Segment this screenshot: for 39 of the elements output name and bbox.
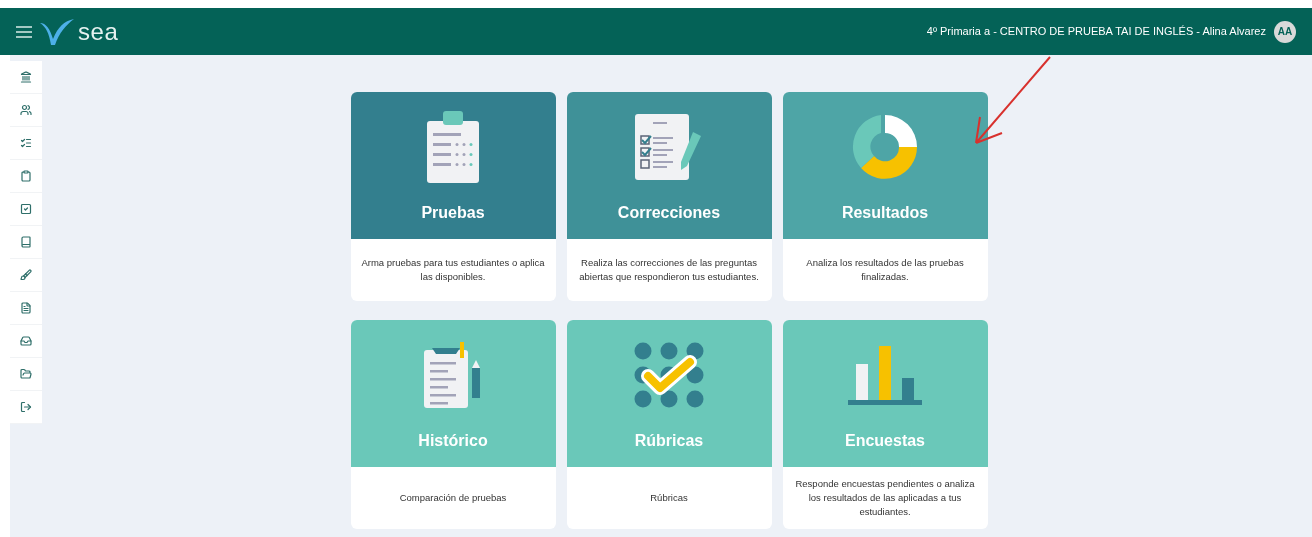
card-title: Histórico	[418, 431, 488, 451]
checkbox-icon	[20, 203, 32, 215]
module-card[interactable]: Histórico Comparación de pruebas	[350, 320, 556, 529]
book-icon	[20, 236, 32, 248]
module-card[interactable]: Correcciones Realiza las correcciones de las preguntas abiertas que respondieron tus estudiantes.	[566, 92, 772, 301]
module-card[interactable]: Pruebas Arma pruebas para tus estudiantes o aplica las disponibles.	[350, 92, 556, 301]
brush-icon	[20, 269, 32, 281]
users-icon	[20, 104, 32, 116]
module-card[interactable]: Encuestas Responde encuestas pendientes o analiza los resultados de las aplicadas a tus estudiantes.	[782, 320, 988, 529]
module-card[interactable]: Resultados Analiza los resultados de las pruebas finalizadas.	[782, 92, 988, 301]
logo-text: sea	[78, 16, 119, 47]
donut-chart-icon	[851, 112, 919, 181]
module-card[interactable]: Rúbricas Rúbricas	[566, 320, 772, 529]
card-title: Pruebas	[421, 203, 485, 223]
card-description: Responde encuestas pendientes o analiza los resultados de las aplicadas a tus estudiantes.	[794, 477, 976, 519]
logo-icon	[40, 18, 74, 45]
check-grid-icon	[634, 341, 704, 408]
card-description: Realiza las correcciones de las preguntas abiertas que respondieron tus estudiantes.	[578, 256, 760, 284]
building-icon	[20, 71, 32, 83]
menu-icon	[16, 25, 32, 38]
bar-chart-icon	[848, 343, 922, 406]
card-description: Analiza los resultados de las pruebas finalizadas.	[805, 256, 965, 284]
user-context: 4º Primaria a - CENTRO DE PRUEBA TAI DE INGLÉS - Alina Alvarez	[926, 24, 1266, 40]
checklist-icon	[20, 137, 32, 149]
card-title: Encuestas	[844, 431, 925, 451]
clipboard-icon	[20, 170, 32, 182]
folder-icon	[20, 368, 32, 380]
file-icon	[20, 302, 32, 314]
card-title: Correcciones	[617, 203, 721, 223]
card-description: Arma pruebas para tus estudiantes o aplica las disponibles.	[360, 256, 546, 284]
card-description: Comparación de pruebas	[399, 491, 507, 505]
menu-button[interactable]	[16, 25, 32, 38]
card-title: Rúbricas	[634, 431, 704, 451]
card-title: Resultados	[841, 203, 929, 223]
inbox-icon	[20, 335, 32, 347]
card-description: Rúbricas	[650, 491, 688, 505]
clipboard-icon	[425, 108, 481, 185]
user-avatar[interactable]: AA	[1274, 20, 1296, 43]
logout-icon	[20, 401, 32, 413]
